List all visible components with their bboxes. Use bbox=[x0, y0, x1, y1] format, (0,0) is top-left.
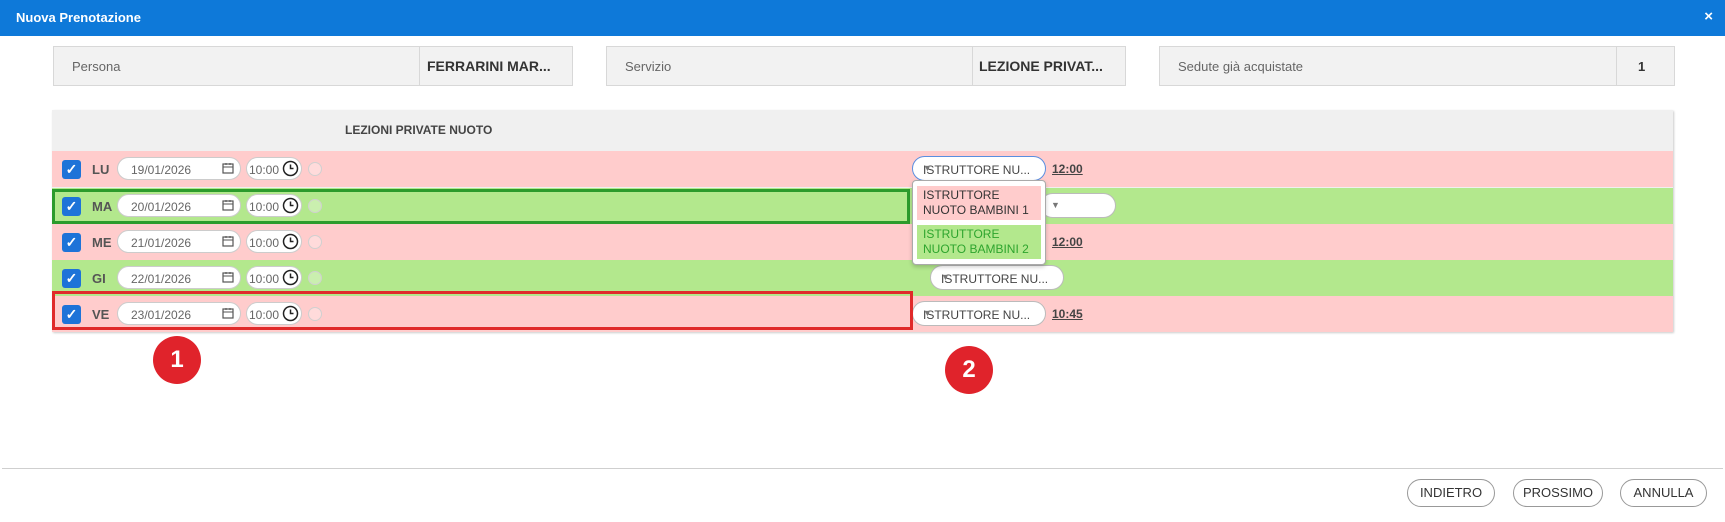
date-input[interactable]: 22/01/2026 bbox=[117, 266, 241, 289]
cancel-button[interactable]: ANNULLA bbox=[1620, 479, 1707, 507]
date-input[interactable]: 21/01/2026 bbox=[117, 230, 241, 253]
date-input[interactable]: 20/01/2026 bbox=[117, 194, 241, 217]
calendar-icon[interactable] bbox=[222, 307, 234, 319]
persona-label: Persona bbox=[72, 59, 121, 74]
status-dot[interactable] bbox=[308, 307, 322, 321]
dialog-titlebar: Nuova Prenotazione × bbox=[0, 0, 1725, 36]
time-input[interactable]: 10:00 bbox=[246, 266, 302, 289]
clock-icon[interactable] bbox=[282, 160, 299, 177]
close-icon[interactable]: × bbox=[1704, 8, 1713, 25]
instructor-select[interactable]: ISTRUTTORE NU... ▼ bbox=[912, 301, 1046, 326]
table-row: ✓ MA 20/01/2026 10:00 ▼ bbox=[52, 188, 1673, 224]
sedute-box: Sedute già acquistate 1 bbox=[1159, 46, 1675, 86]
checkbox-icon[interactable]: ✓ bbox=[62, 305, 81, 324]
calendar-icon[interactable] bbox=[222, 162, 234, 174]
instructor-select[interactable]: ISTRUTTORE NU... ▼ bbox=[912, 156, 1046, 181]
dialog-title: Nuova Prenotazione bbox=[16, 10, 141, 25]
checkbox-icon[interactable]: ✓ bbox=[62, 269, 81, 288]
annotation-badge-2: 2 bbox=[945, 346, 993, 394]
instructor-select[interactable]: ISTRUTTORE NU... ▼ bbox=[930, 265, 1064, 290]
slot-time-link[interactable]: 10:45 bbox=[1052, 307, 1083, 321]
dropdown-option[interactable]: ISTRUTTORE NUOTO BAMBINI 1 bbox=[917, 186, 1041, 220]
date-input[interactable]: 19/01/2026 bbox=[117, 157, 241, 180]
instructor-select[interactable]: ▼ bbox=[1040, 193, 1116, 218]
checkbox-icon[interactable]: ✓ bbox=[62, 197, 81, 216]
table-header: LEZIONI PRIVATE NUOTO bbox=[345, 123, 493, 137]
instructor-dropdown-list: ISTRUTTORE NUOTO BAMBINI 1 ISTRUTTORE NU… bbox=[912, 180, 1046, 265]
persona-value: FERRARINI MAR... bbox=[427, 58, 551, 74]
table-row: ✓ ME 21/01/2026 10:00 12:00 bbox=[52, 224, 1673, 260]
day-label: VE bbox=[92, 307, 110, 322]
time-input[interactable]: 10:00 bbox=[246, 230, 302, 253]
chevron-down-icon: ▼ bbox=[1051, 200, 1060, 210]
time-input[interactable]: 10:00 bbox=[246, 302, 302, 325]
dropdown-option[interactable]: ISTRUTTORE NUOTO BAMBINI 2 bbox=[917, 225, 1041, 259]
day-label: GI bbox=[92, 271, 106, 286]
date-input[interactable]: 23/01/2026 bbox=[117, 302, 241, 325]
calendar-icon[interactable] bbox=[222, 271, 234, 283]
clock-icon[interactable] bbox=[282, 269, 299, 286]
slot-time-link[interactable]: 12:00 bbox=[1052, 235, 1083, 249]
sedute-label: Sedute già acquistate bbox=[1178, 59, 1304, 74]
annotation-badge-1: 1 bbox=[153, 336, 201, 384]
clock-icon[interactable] bbox=[282, 305, 299, 322]
status-dot[interactable] bbox=[308, 235, 322, 249]
persona-box: Persona FERRARINI MAR... bbox=[53, 46, 573, 86]
clock-icon[interactable] bbox=[282, 233, 299, 250]
day-label: MA bbox=[92, 199, 113, 214]
clock-icon[interactable] bbox=[282, 197, 299, 214]
calendar-icon[interactable] bbox=[222, 235, 234, 247]
checkbox-icon[interactable]: ✓ bbox=[62, 160, 81, 179]
footer-divider bbox=[2, 468, 1723, 469]
time-input[interactable]: 10:00 bbox=[246, 194, 302, 217]
servizio-value: LEZIONE PRIVAT... bbox=[979, 58, 1103, 74]
back-button[interactable]: INDIETRO bbox=[1407, 479, 1495, 507]
servizio-box: Servizio LEZIONE PRIVAT... bbox=[606, 46, 1126, 86]
day-label: LU bbox=[92, 162, 110, 177]
day-label: ME bbox=[92, 235, 112, 250]
chevron-down-icon: ▼ bbox=[941, 272, 950, 282]
chevron-down-icon: ▼ bbox=[923, 163, 932, 173]
calendar-icon[interactable] bbox=[222, 199, 234, 211]
sedute-value: 1 bbox=[1638, 59, 1646, 74]
checkbox-icon[interactable]: ✓ bbox=[62, 233, 81, 252]
status-dot[interactable] bbox=[308, 199, 322, 213]
servizio-label: Servizio bbox=[625, 59, 672, 74]
chevron-down-icon: ▼ bbox=[923, 308, 932, 318]
next-button[interactable]: PROSSIMO bbox=[1513, 479, 1603, 507]
slot-time-link[interactable]: 12:00 bbox=[1052, 162, 1083, 176]
time-input[interactable]: 10:00 bbox=[246, 157, 302, 180]
table-row: ✓ LU 19/01/2026 10:00 ISTRUTTORE NU... ▼ … bbox=[52, 151, 1673, 187]
table-row: ✓ VE 23/01/2026 10:00 ISTRUTTORE NU... ▼ … bbox=[52, 296, 1673, 332]
table-row: ✓ GI 22/01/2026 10:00 ISTRUTTORE NU... ▼ bbox=[52, 260, 1673, 296]
status-dot[interactable] bbox=[308, 162, 322, 176]
status-dot[interactable] bbox=[308, 271, 322, 285]
